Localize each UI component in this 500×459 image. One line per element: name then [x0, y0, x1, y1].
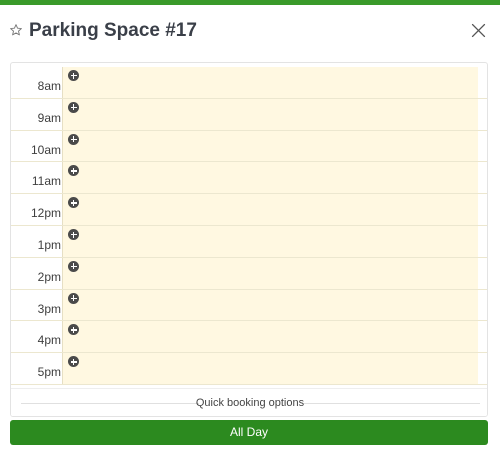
timetable[interactable]: 8am 9am 10am 11am 12pm 1pm 2pm 3pm 4pm 5pm	[11, 67, 487, 385]
close-icon[interactable]	[470, 22, 487, 39]
plus-circle-icon[interactable]	[68, 133, 79, 145]
time-label: 2pm	[37, 269, 61, 284]
timetable-row: 11am	[11, 162, 487, 195]
time-label: 3pm	[37, 301, 61, 316]
time-label: 8am	[37, 79, 61, 93]
plus-circle-icon[interactable]	[68, 292, 79, 304]
quick-booking-divider: Quick booking options	[11, 388, 487, 416]
booking-panel: 8am 9am 10am 11am 12pm 1pm 2pm 3pm 4pm 5pm Quick …	[10, 62, 488, 417]
plus-circle-icon[interactable]	[68, 101, 79, 113]
time-label: 1pm	[37, 237, 61, 252]
all-day-button[interactable]: All Day	[10, 420, 488, 445]
time-slot[interactable]	[62, 289, 478, 321]
divider-line-right	[304, 403, 480, 404]
time-label: 4pm	[37, 333, 61, 348]
timetable-row: 9am	[11, 98, 487, 131]
timetable-row: 5pm	[11, 353, 487, 385]
modal-title: Parking Space #17	[29, 20, 197, 41]
timetable-row: 4pm	[11, 321, 487, 354]
modal-header: Parking Space #17	[0, 5, 500, 57]
time-slot[interactable]	[62, 162, 478, 194]
time-label: 9am	[37, 110, 61, 125]
time-slot[interactable]	[62, 225, 478, 257]
timetable-row: 12pm	[11, 194, 487, 226]
time-label: 5pm	[37, 365, 61, 380]
timetable-row: 10am	[11, 130, 487, 163]
time-slot[interactable]	[62, 67, 478, 98]
time-slot[interactable]	[62, 321, 478, 353]
time-slot[interactable]	[62, 130, 478, 162]
time-slot[interactable]	[62, 194, 478, 225]
time-label: 11am	[31, 174, 61, 189]
time-label: 10am	[30, 142, 61, 157]
time-label: 12pm	[30, 206, 61, 221]
star-outline-icon[interactable]	[9, 23, 23, 37]
timetable-row: 2pm	[11, 257, 487, 290]
timetable-row: 3pm	[11, 289, 487, 322]
time-slot[interactable]	[62, 98, 478, 130]
plus-circle-icon[interactable]	[68, 70, 79, 81]
plus-circle-icon[interactable]	[68, 260, 79, 272]
timetable-row: 8am	[11, 67, 487, 99]
time-slot[interactable]	[62, 353, 478, 384]
timetable-row: 1pm	[11, 225, 487, 258]
plus-circle-icon[interactable]	[68, 228, 79, 240]
time-slot[interactable]	[62, 257, 478, 289]
